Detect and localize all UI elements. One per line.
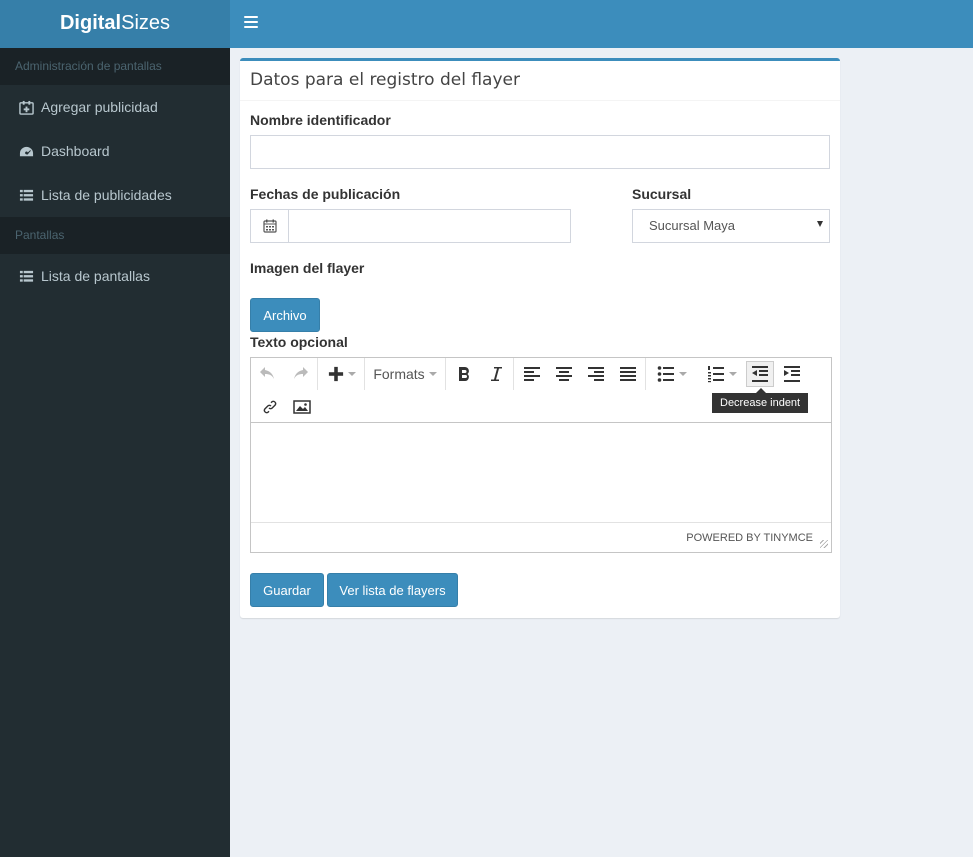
name-input[interactable] — [250, 135, 830, 169]
dropdown-caret-icon — [817, 221, 823, 227]
undo-icon[interactable] — [257, 359, 279, 389]
increase-indent-icon[interactable] — [781, 359, 803, 389]
decrease-indent-icon[interactable] — [746, 361, 774, 387]
calendar-icon — [262, 219, 277, 233]
powered-by-link[interactable]: POWERED BY TINYMCE — [686, 532, 813, 544]
rich-text-editor: Formats POWERED BY TINYMCE — [250, 357, 832, 553]
calendar-addon[interactable] — [250, 209, 289, 243]
sidebar-item-label: Lista de pantallas — [41, 268, 150, 284]
italic-icon[interactable] — [485, 359, 507, 389]
list-icon — [18, 187, 34, 203]
link-icon[interactable] — [259, 392, 281, 422]
name-label: Nombre identificador — [250, 112, 391, 128]
file-button[interactable]: Archivo — [250, 298, 320, 332]
sidebar-item-dashboard[interactable]: Dashboard — [0, 129, 230, 173]
dates-input[interactable] — [288, 209, 571, 243]
insert-plus-icon[interactable] — [325, 359, 359, 389]
sidebar-item-label: Dashboard — [41, 143, 110, 159]
branch-select-value: Sucursal Maya — [649, 218, 735, 233]
align-center-icon[interactable] — [553, 359, 575, 389]
align-right-icon[interactable] — [585, 359, 607, 389]
sidebar-section-admin: Administración de pantallas — [0, 48, 230, 85]
editor-content-area[interactable] — [251, 423, 831, 523]
sidebar-item-label: Lista de publicidades — [41, 187, 172, 203]
bullet-list-icon[interactable] — [651, 359, 693, 389]
branch-label: Sucursal — [632, 186, 692, 202]
align-justify-icon[interactable] — [617, 359, 639, 389]
numbered-list-icon[interactable] — [701, 359, 743, 389]
dates-label: Fechas de publicación — [250, 186, 401, 202]
formats-dropdown[interactable]: Formats — [371, 359, 439, 389]
form-title: Datos para el registro del flayer — [240, 61, 840, 101]
editor-statusbar: POWERED BY TINYMCE — [251, 523, 831, 551]
branch-select[interactable]: Sucursal Maya — [632, 209, 830, 243]
align-left-icon[interactable] — [521, 359, 543, 389]
view-list-button[interactable]: Ver lista de flayers — [327, 573, 458, 607]
bold-icon[interactable] — [453, 359, 475, 389]
redo-icon[interactable] — [289, 359, 311, 389]
save-button[interactable]: Guardar — [250, 573, 324, 607]
dashboard-icon — [18, 143, 34, 159]
sidebar-section-pantallas: Pantallas — [0, 217, 230, 254]
sidebar-item-agregar-publicidad[interactable]: Agregar publicidad — [0, 85, 230, 129]
top-navbar — [230, 0, 973, 48]
image-icon[interactable] — [291, 392, 313, 422]
tooltip: Decrease indent — [712, 388, 809, 413]
formats-label: Formats — [373, 366, 425, 382]
resize-handle-icon[interactable] — [820, 540, 828, 548]
list-icon — [18, 268, 34, 284]
app-logo[interactable]: DigitalSizes — [0, 0, 230, 48]
image-label: Imagen del flayer — [250, 260, 365, 276]
hamburger-menu-icon[interactable] — [244, 16, 258, 30]
editor-toolbar: Formats — [251, 358, 831, 423]
text-label: Texto opcional — [250, 334, 348, 350]
sidebar-item-label: Agregar publicidad — [41, 99, 158, 115]
sidebar-item-lista-publicidades[interactable]: Lista de publicidades — [0, 173, 230, 217]
calendar-plus-icon — [18, 99, 34, 115]
sidebar: DigitalSizes Administración de pantallas… — [0, 0, 230, 857]
sidebar-item-lista-pantallas[interactable]: Lista de pantallas — [0, 254, 230, 298]
